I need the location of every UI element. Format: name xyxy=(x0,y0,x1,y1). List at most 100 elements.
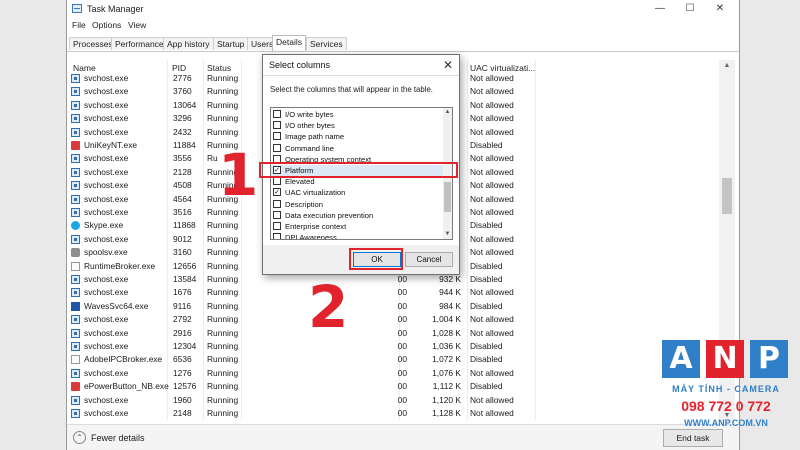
process-icon xyxy=(71,248,80,258)
process-memory: 984 K xyxy=(439,300,461,311)
process-pid: 13064 xyxy=(173,99,197,110)
process-memory: 1,120 K xyxy=(432,394,461,405)
process-icon xyxy=(71,100,80,110)
list-scrollbar-thumb[interactable] xyxy=(444,182,451,212)
menu-options[interactable]: Options xyxy=(92,20,121,30)
process-cpu: 00 xyxy=(397,314,407,325)
tab-startup[interactable]: Startup xyxy=(213,37,249,50)
process-memory: 1,076 K xyxy=(432,367,461,378)
process-icon xyxy=(71,288,80,298)
column-option[interactable]: I/O write bytes xyxy=(271,109,443,120)
process-uac: Disabled xyxy=(470,341,503,351)
process-name: svchost.exe xyxy=(84,126,129,137)
process-memory: 1,112 K xyxy=(432,381,461,392)
dialog-close-icon[interactable]: ✕ xyxy=(443,58,453,72)
checkbox[interactable] xyxy=(273,143,281,152)
maximize-button[interactable]: ☐ xyxy=(675,1,705,17)
chevron-up-icon[interactable]: ⌃ xyxy=(73,431,86,444)
column-option-label: I/O write bytes xyxy=(285,110,334,119)
table-row[interactable]: svchost.exe 12304 Running 00 1,036 K Disabled xyxy=(67,340,717,353)
tab-performance[interactable]: Performance xyxy=(111,37,168,50)
process-status: Running xyxy=(207,300,239,311)
watermark-phone: 098 772 0 772 xyxy=(681,398,771,414)
checkbox[interactable]: ✓ xyxy=(273,188,281,197)
checkbox[interactable] xyxy=(273,233,281,239)
table-row[interactable]: svchost.exe 1276 Running 00 1,076 K Not allow… xyxy=(67,367,717,380)
fewer-details-link[interactable]: Fewer details xyxy=(91,433,145,443)
process-icon xyxy=(71,368,80,378)
tab-services[interactable]: Services xyxy=(306,37,347,50)
column-option[interactable]: Description xyxy=(271,199,443,210)
column-option[interactable]: Enterprise context xyxy=(271,221,443,232)
checkbox[interactable] xyxy=(273,110,281,118)
column-option-label: Elevated xyxy=(285,177,315,187)
table-row[interactable]: svchost.exe 13584 Running 00 932 K Disabled xyxy=(67,273,717,286)
dialog-title: Select columns xyxy=(269,60,331,70)
close-button[interactable]: ✕ xyxy=(705,1,735,17)
watermark-tagline: MÁY TÍNH - CAMERA xyxy=(672,384,780,394)
checkbox[interactable] xyxy=(273,177,281,186)
minimize-button[interactable]: — xyxy=(645,1,675,17)
table-row[interactable]: WavesSvc64.exe 9116 Running 00 984 K Disabled xyxy=(67,300,717,313)
process-status: Running xyxy=(207,113,239,124)
table-row[interactable]: svchost.exe 2792 Running 00 1,004 K Not allow… xyxy=(67,313,717,326)
tab-details[interactable]: Details xyxy=(272,35,306,51)
table-row[interactable]: svchost.exe 1676 Running 00 944 K Not allowed xyxy=(67,286,717,299)
column-option[interactable]: I/O other bytes xyxy=(271,120,443,131)
process-pid: 11884 xyxy=(173,140,196,150)
column-option-label: DPI Awareness xyxy=(285,233,337,240)
process-pid: 3516 xyxy=(173,207,192,217)
column-option[interactable]: ✓ UAC virtualization xyxy=(271,187,443,198)
table-row[interactable]: ePowerButton_NB.exe 12576 Running 00 1,112 K… xyxy=(67,380,717,393)
table-row[interactable]: svchost.exe 2148 Running 00 1,128 K Not allow… xyxy=(67,407,717,420)
process-uac: Not allowed xyxy=(470,126,514,137)
process-icon xyxy=(71,261,80,271)
process-status: Running xyxy=(207,354,239,365)
process-icon xyxy=(71,208,80,217)
scrollbar-thumb[interactable] xyxy=(722,178,732,214)
tab-strip: Processes Performance App history Startu… xyxy=(67,34,739,52)
checkbox[interactable] xyxy=(273,121,281,130)
checkbox[interactable] xyxy=(273,132,281,141)
process-icon xyxy=(71,127,80,137)
process-status: Running xyxy=(207,381,239,392)
list-scroll-down-icon[interactable]: ▼ xyxy=(443,230,452,239)
table-row[interactable]: svchost.exe 2916 Running 00 1,028 K Not allow… xyxy=(67,327,717,340)
process-name: svchost.exe xyxy=(84,327,129,338)
process-uac: Not allowed xyxy=(470,113,514,124)
table-row[interactable]: svchost.exe 1960 Running 00 1,120 K Not allow… xyxy=(67,394,717,407)
process-icon xyxy=(71,382,80,392)
process-uac: Not allowed xyxy=(470,86,514,97)
cancel-button[interactable]: Cancel xyxy=(405,252,453,267)
column-option[interactable]: Data execution prevention xyxy=(271,210,443,221)
checkbox[interactable] xyxy=(273,210,281,219)
tab-processes[interactable]: Processes xyxy=(69,37,117,50)
process-cpu: 00 xyxy=(397,367,407,378)
list-scroll-up-icon[interactable]: ▲ xyxy=(443,108,452,117)
tab-app-history[interactable]: App history xyxy=(163,37,214,50)
process-memory: 1,004 K xyxy=(432,314,461,325)
menu-view[interactable]: View xyxy=(128,20,146,30)
process-status: Ru xyxy=(207,153,218,164)
checkbox[interactable] xyxy=(273,222,281,230)
process-uac: Disabled xyxy=(470,381,503,392)
process-cpu: 00 xyxy=(397,287,407,298)
process-uac: Disabled xyxy=(470,220,503,231)
checkbox[interactable] xyxy=(273,199,281,208)
scroll-up-arrow-icon[interactable]: ▲ xyxy=(719,60,735,72)
process-icon xyxy=(71,114,80,124)
process-name: svchost.exe xyxy=(84,394,129,405)
process-icon xyxy=(71,221,80,231)
column-option[interactable]: Image path name xyxy=(271,131,443,142)
process-name: svchost.exe xyxy=(84,193,129,204)
process-uac: Not allowed xyxy=(470,153,514,164)
process-icon xyxy=(71,167,80,177)
process-uac: Not allowed xyxy=(470,166,514,177)
process-status: Running xyxy=(207,394,239,405)
column-option[interactable]: DPI Awareness xyxy=(271,232,443,240)
menu-file[interactable]: File xyxy=(72,20,86,30)
process-uac: Not allowed xyxy=(470,247,514,258)
table-row[interactable]: AdobeIPCBroker.exe 6536 Running 00 1,072 K Di… xyxy=(67,353,717,366)
column-option[interactable]: Command line xyxy=(271,143,443,154)
process-status: Running xyxy=(207,86,239,97)
